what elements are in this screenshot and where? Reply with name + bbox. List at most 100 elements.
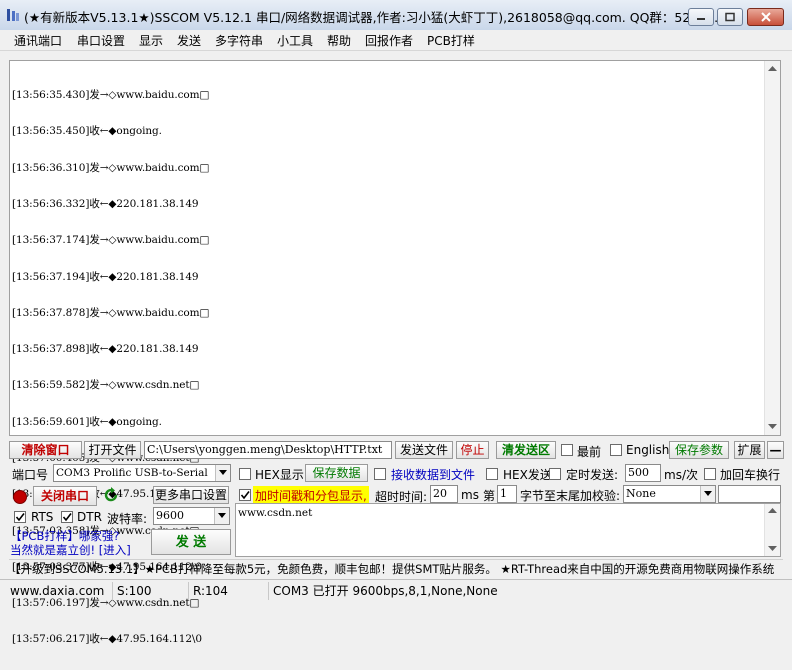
log-scrollbar[interactable] <box>764 61 780 435</box>
log-line: [13:57:06.217]收←◆47.95.164.112\0 <box>12 633 202 646</box>
log-line: [13:56:37.898]收←◆220.181.38.149 <box>12 343 199 356</box>
menu-tools[interactable]: 小工具 <box>277 32 313 49</box>
stop-label: 停止 <box>460 443 485 457</box>
hex-display-checkbox[interactable] <box>239 468 251 480</box>
pcb-promo-line2: 当然就是嘉立创! <box>10 543 96 557</box>
port-select-value: COM3 Prolific USB-to-Serial <box>56 467 208 479</box>
save-params-button[interactable]: 保存参数 <box>669 441 729 459</box>
log-line: [13:56:36.332]收←◆220.181.38.149 <box>12 198 199 211</box>
send-button[interactable]: 发 送 <box>151 529 231 555</box>
scroll-down-icon[interactable] <box>768 424 777 430</box>
refresh-icon[interactable] <box>103 487 119 503</box>
stop-button[interactable]: 停止 <box>456 441 489 459</box>
send-scrollbar[interactable] <box>764 504 780 556</box>
menu-comm-port[interactable]: 通讯端口 <box>14 32 62 49</box>
interval-input[interactable]: 500 <box>625 464 661 482</box>
log-line: [13:56:35.430]发→◇www.baidu.com□ <box>12 89 210 102</box>
menu-bar: 通讯端口 串口设置 显示 发送 多字符串 小工具 帮助 回报作者 PCB打样 <box>0 30 792 51</box>
baud-label: 波特率: <box>107 512 148 526</box>
news-ticker[interactable]: 【升级到SSCOM5.13.1】★PCB打样降至每款5元，免颜色费，顺丰包邮！提… <box>9 559 783 578</box>
status-website[interactable]: www.daxia.com <box>6 582 104 600</box>
expand-button[interactable]: 扩展 <box>734 441 765 459</box>
log-line: [13:56:37.174]发→◇www.baidu.com□ <box>12 234 210 247</box>
close-port-button[interactable]: 关闭串口 <box>33 486 97 506</box>
log-line: [13:56:35.450]收←◆ongoing. <box>12 125 162 138</box>
checksum-value: None <box>626 487 656 500</box>
scroll-up-icon[interactable] <box>768 508 777 514</box>
clear-send-area-button[interactable]: 清发送区 <box>496 441 556 459</box>
collapse-button[interactable]: — <box>767 441 784 459</box>
open-file-button[interactable]: 打开文件 <box>84 441 141 459</box>
status-received-count: R:104 <box>188 582 268 600</box>
status-port-state: COM3 已打开 9600bps,8,1,None,None <box>268 582 498 600</box>
menu-report-author[interactable]: 回报作者 <box>365 32 413 49</box>
rts-checkbox[interactable] <box>14 511 26 523</box>
port-label: 端口号 <box>12 468 49 482</box>
scroll-down-icon[interactable] <box>768 546 777 552</box>
menu-serial-settings[interactable]: 串口设置 <box>77 32 125 49</box>
byte-prefix-label: 第 <box>483 489 496 503</box>
checksum-select[interactable]: None <box>623 485 716 503</box>
dtr-checkbox[interactable] <box>61 511 73 523</box>
menu-multi-string[interactable]: 多字符串 <box>215 32 263 49</box>
checksum-dropdown-icon[interactable] <box>700 486 715 502</box>
english-label: English <box>626 443 670 457</box>
timeout-input[interactable]: 20 <box>430 485 458 503</box>
log-line: [13:56:37.878]发→◇www.baidu.com□ <box>12 306 210 319</box>
send-file-button[interactable]: 发送文件 <box>395 441 453 459</box>
timeout-unit: ms <box>461 488 479 502</box>
clear-window-label: 清除窗口 <box>21 443 70 457</box>
hex-send-checkbox[interactable] <box>486 468 498 480</box>
clear-send-label: 清发送区 <box>501 443 550 457</box>
log-line: [13:56:59.582]发→◇www.csdn.net□ <box>12 379 200 392</box>
baud-dropdown-icon[interactable] <box>214 508 229 524</box>
byte-index-input[interactable]: 1 <box>497 485 517 503</box>
send-text-area[interactable]: www.csdn.net <box>235 503 781 557</box>
pcb-promo[interactable]: 【PCB打样】哪家强? 当然就是嘉立创! [进入] <box>10 529 131 557</box>
close-port-label: 关闭串口 <box>40 489 89 503</box>
save-data-button[interactable]: 保存数据 <box>305 464 368 482</box>
english-checkbox[interactable] <box>610 444 622 456</box>
menu-pcb[interactable]: PCB打样 <box>427 32 475 49</box>
receive-log[interactable]: [13:56:35.430]发→◇www.baidu.com□ [13:56:3… <box>9 60 781 645</box>
timed-send-checkbox[interactable] <box>549 468 561 480</box>
title-bar[interactable]: (★有新版本V5.13.1★)SSCOM V5.12.1 串口/网络数据调试器,… <box>0 0 792 31</box>
hex-send-label: HEX发送 <box>503 468 552 482</box>
interval-unit: ms/次 <box>664 468 698 482</box>
port-select[interactable]: COM3 Prolific USB-to-Serial <box>53 464 231 482</box>
check-icon <box>240 491 250 500</box>
pcb-promo-link[interactable]: [进入] <box>99 543 131 557</box>
baud-rate-select[interactable]: 9600 <box>153 507 230 525</box>
menu-send[interactable]: 发送 <box>177 32 201 49</box>
timestamp-checkbox[interactable] <box>239 489 251 501</box>
send-button-label: 发 送 <box>175 535 207 550</box>
close-icon <box>760 12 771 22</box>
minimize-button[interactable] <box>688 8 714 26</box>
maximize-button[interactable] <box>717 8 743 26</box>
window-title: (★有新版本V5.13.1★)SSCOM V5.12.1 串口/网络数据调试器,… <box>24 10 727 25</box>
port-dropdown-icon[interactable] <box>215 465 230 481</box>
topmost-label: 最前 <box>577 445 602 459</box>
dtr-label: DTR <box>77 510 102 524</box>
menu-display[interactable]: 显示 <box>139 32 163 49</box>
log-line: [13:56:37.194]收←◆220.181.38.149 <box>12 270 199 283</box>
add-crlf-checkbox[interactable] <box>704 468 716 480</box>
menu-help[interactable]: 帮助 <box>327 32 351 49</box>
add-crlf-label: 加回车换行 <box>720 468 781 482</box>
timed-send-label: 定时发送: <box>566 468 619 482</box>
app-icon <box>7 9 19 21</box>
send-text: www.csdn.net <box>238 507 313 519</box>
more-serial-settings-button[interactable]: 更多串口设置 <box>153 486 229 504</box>
clear-window-button[interactable]: 清除窗口 <box>9 441 82 459</box>
recv-to-file-label: 接收数据到文件 <box>391 468 476 482</box>
maximize-icon <box>725 12 735 22</box>
file-path-input[interactable]: C:\Users\yonggen.meng\Desktop\HTTP.txt <box>144 441 392 459</box>
checksum-result-field <box>718 485 781 503</box>
hex-display-label: HEX显示 <box>255 468 304 482</box>
minimize-icon <box>697 18 705 20</box>
scroll-up-icon[interactable] <box>768 66 777 72</box>
topmost-checkbox[interactable] <box>561 444 573 456</box>
recv-to-file-checkbox[interactable] <box>374 468 386 480</box>
close-button[interactable] <box>747 8 784 26</box>
save-params-label: 保存参数 <box>674 443 723 457</box>
